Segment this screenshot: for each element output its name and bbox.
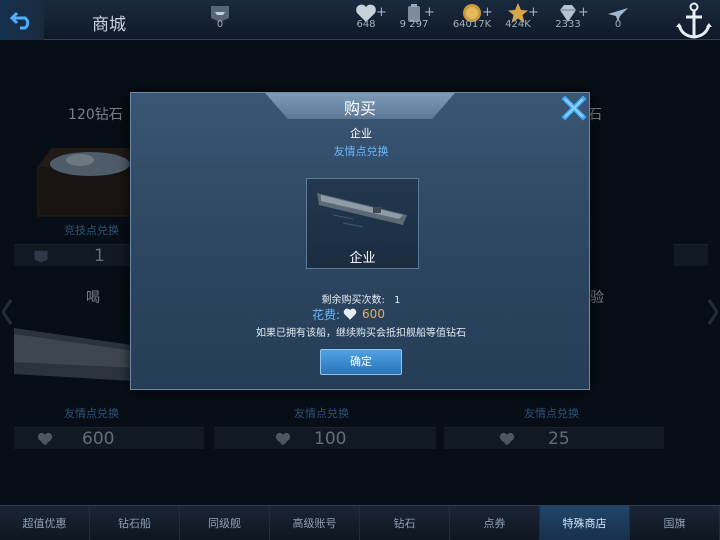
resource-oil-value: 9 297 [399, 19, 429, 30]
tab-coupons[interactable]: 点券 [450, 506, 540, 540]
ship-caption: 企业 [349, 251, 376, 266]
tab-special-shop[interactable]: 特殊商店 [540, 506, 630, 540]
ship-name: 企业 [350, 127, 372, 140]
resource-fleet: 0 [190, 0, 250, 40]
cost-label: 花费: [312, 307, 341, 322]
purchase-dialog: 购买 企业 友情点兑换 企业 剩余购买次数: 1 花费: 600 如果已拥有该船… [130, 92, 590, 390]
ship-portrait: 企业 [306, 178, 419, 269]
resource-oil[interactable]: + 9 297 [384, 0, 444, 40]
back-arrow-icon [10, 11, 30, 30]
page-title: 商城 [92, 15, 126, 35]
anchor-button[interactable] [668, 0, 720, 40]
confirm-button[interactable]: 确定 [320, 349, 402, 375]
anchor-icon [676, 2, 712, 39]
resource-plane: 0 [588, 0, 648, 40]
tab-same-class-ships[interactable]: 同级舰 [180, 506, 270, 540]
cost-row: 花费: 600 [312, 305, 385, 323]
tab-value-deals[interactable]: 超值优惠 [0, 506, 90, 540]
tab-diamonds[interactable]: 钻石 [360, 506, 450, 540]
dialog-title: 购买 [343, 99, 376, 118]
exchange-type: 友情点兑换 [333, 145, 389, 158]
ownership-note: 如果已拥有该船，继续购买会抵扣舰船等值钻石 [256, 328, 466, 339]
back-button[interactable] [0, 0, 44, 40]
tab-premium-account[interactable]: 高级账号 [270, 506, 360, 540]
bottom-tab-bar: 超值优惠 钻石船 同级舰 高级账号 钻石 点券 特殊商店 国旗 [0, 505, 720, 540]
remaining-value: 1 [394, 295, 401, 306]
resource-plane-value: 0 [614, 19, 622, 30]
cost-value: 600 [362, 307, 385, 321]
resource-fleet-value: 0 [216, 19, 224, 30]
close-icon[interactable] [561, 95, 587, 121]
add-oil-button[interactable]: + [424, 5, 435, 20]
remaining-purchases: 剩余购买次数: 1 [131, 291, 591, 306]
tab-diamond-ships[interactable]: 钻石船 [90, 506, 180, 540]
top-bar: 商城 0 + 648 + 9 297 + 64017K + 424K + 233… [0, 0, 720, 40]
carrier-ship-image [317, 193, 407, 228]
heart-icon [343, 308, 357, 320]
tab-flags[interactable]: 国旗 [630, 506, 720, 540]
